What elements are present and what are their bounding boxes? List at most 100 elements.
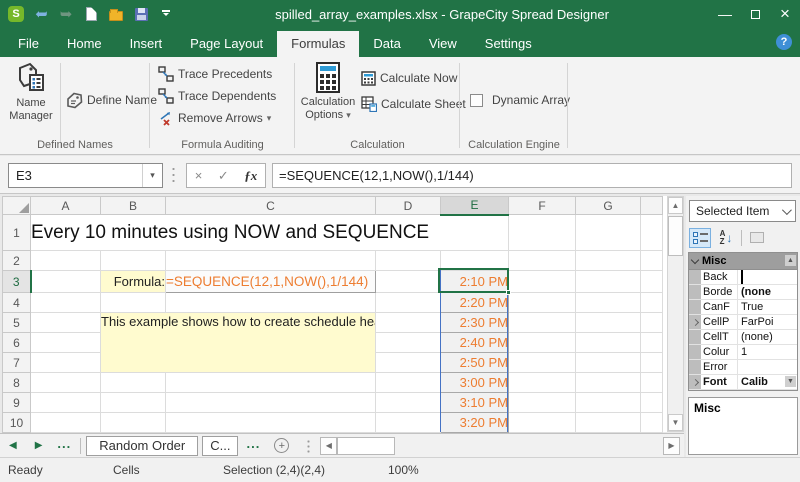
cell-time-7[interactable]: 3:10 PM xyxy=(441,393,509,413)
sheet-tab-random-order[interactable]: Random Order xyxy=(86,436,198,456)
cell[interactable] xyxy=(166,393,376,413)
cell-formula-text[interactable]: =SEQUENCE(12,1,NOW(),1/144) xyxy=(166,271,376,293)
cell[interactable] xyxy=(509,333,576,353)
cell[interactable] xyxy=(166,251,376,271)
cell[interactable] xyxy=(376,393,441,413)
cell[interactable] xyxy=(576,333,641,353)
cell-time-6[interactable]: 3:00 PM xyxy=(441,373,509,393)
row-header-10[interactable]: 10 xyxy=(3,413,31,433)
cell[interactable] xyxy=(31,373,101,393)
cell[interactable] xyxy=(509,293,576,313)
cell[interactable] xyxy=(31,393,101,413)
property-row-font[interactable]: Font Calib ▼ xyxy=(689,375,797,390)
tab-page-layout[interactable]: Page Layout xyxy=(176,31,277,57)
alphabetical-sort-button[interactable]: AZ ↓ xyxy=(715,228,737,248)
cell[interactable] xyxy=(31,353,101,373)
cell[interactable] xyxy=(509,353,576,373)
scroll-right-button[interactable]: ▶ xyxy=(663,437,680,455)
col-header-a[interactable]: A xyxy=(31,197,101,215)
sheetbar-grip[interactable] xyxy=(307,439,310,453)
trace-precedents-button[interactable]: Trace Precedents xyxy=(158,63,276,85)
row-header-7[interactable]: 7 xyxy=(3,353,31,373)
row-header-1[interactable]: 1 xyxy=(3,215,31,251)
cell[interactable] xyxy=(166,373,376,393)
cell[interactable] xyxy=(376,293,441,313)
cell[interactable] xyxy=(376,251,441,271)
cell[interactable] xyxy=(376,413,441,433)
redo-button[interactable]: ➥ xyxy=(58,6,74,22)
sheet-tab-next[interactable]: C... xyxy=(202,436,238,456)
tab-home[interactable]: Home xyxy=(53,31,116,57)
horizontal-scroll-thumb[interactable] xyxy=(337,437,395,455)
formula-input[interactable]: =SEQUENCE(12,1,NOW(),1/144) xyxy=(272,163,792,188)
cell[interactable] xyxy=(376,373,441,393)
cell[interactable] xyxy=(441,251,509,271)
open-file-button[interactable] xyxy=(108,6,124,22)
cell[interactable] xyxy=(509,313,576,333)
selected-item-dropdown[interactable]: Selected Item xyxy=(689,200,796,222)
select-all-corner[interactable] xyxy=(3,197,31,215)
scroll-up-button[interactable]: ▲ xyxy=(668,197,683,214)
cell[interactable] xyxy=(641,251,663,271)
cell[interactable] xyxy=(576,271,641,293)
scroll-down-button[interactable]: ▼ xyxy=(668,414,683,431)
next-sheet-button[interactable]: ▶ xyxy=(26,440,52,451)
cell[interactable] xyxy=(376,353,441,373)
cell[interactable] xyxy=(641,373,663,393)
cell[interactable] xyxy=(641,393,663,413)
minimize-button[interactable]: — xyxy=(710,0,740,28)
col-header-c[interactable]: C xyxy=(166,197,376,215)
insert-function-button[interactable]: ƒx xyxy=(244,168,257,184)
sheet-overflow-left[interactable]: ... xyxy=(51,436,77,455)
expand-icon[interactable] xyxy=(691,318,698,325)
cell[interactable] xyxy=(641,313,663,333)
tab-formulas[interactable]: Formulas xyxy=(277,31,359,57)
property-row-canf[interactable]: CanF True xyxy=(689,300,797,315)
cell[interactable] xyxy=(576,313,641,333)
row-header-2[interactable]: 2 xyxy=(3,251,31,271)
cell[interactable] xyxy=(576,293,641,313)
row-header-4[interactable]: 4 xyxy=(3,293,31,313)
property-row-cellt[interactable]: CellT (none) xyxy=(689,330,797,345)
category-row-misc[interactable]: Misc ▲ xyxy=(689,253,797,270)
cell[interactable] xyxy=(31,293,101,313)
help-button[interactable]: ? xyxy=(776,34,792,50)
cell[interactable] xyxy=(641,271,663,293)
cell-time-2[interactable]: 2:20 PM xyxy=(441,293,509,313)
col-header-partial[interactable] xyxy=(641,197,663,215)
col-header-g[interactable]: G xyxy=(576,197,641,215)
cell-formula-label[interactable]: Formula: xyxy=(101,271,166,293)
categorized-view-button[interactable] xyxy=(689,228,711,248)
close-button[interactable]: × xyxy=(770,0,800,28)
cell[interactable] xyxy=(376,313,441,333)
name-box-dropdown[interactable]: ▾ xyxy=(142,164,162,187)
tab-view[interactable]: View xyxy=(415,31,471,57)
cell[interactable] xyxy=(576,353,641,373)
cell[interactable] xyxy=(576,251,641,271)
cell[interactable] xyxy=(31,333,101,353)
cell[interactable] xyxy=(641,353,663,373)
formula-bar-grip[interactable] xyxy=(172,166,175,184)
cell[interactable] xyxy=(509,393,576,413)
cell-time-1-selected[interactable]: 2:10 PM xyxy=(441,271,509,293)
row-header-8[interactable]: 8 xyxy=(3,373,31,393)
vertical-scroll-thumb[interactable] xyxy=(668,216,683,256)
row-header-5[interactable]: 5 xyxy=(3,313,31,333)
tab-settings[interactable]: Settings xyxy=(471,31,546,57)
prev-sheet-button[interactable]: ◀ xyxy=(0,440,26,451)
cell[interactable] xyxy=(101,293,166,313)
cell[interactable] xyxy=(641,215,663,251)
undo-button[interactable]: ➥ xyxy=(33,6,49,22)
col-header-d[interactable]: D xyxy=(376,197,441,215)
add-sheet-button[interactable]: + xyxy=(274,438,289,453)
propgrid-scroll-up[interactable]: ▲ xyxy=(785,255,796,266)
propgrid-scroll-down[interactable]: ▼ xyxy=(785,376,796,387)
cell-title[interactable]: Every 10 minutes using NOW and SEQUENCE xyxy=(31,215,509,251)
cell[interactable] xyxy=(376,271,441,293)
color-swatch[interactable] xyxy=(741,270,743,284)
cell[interactable] xyxy=(31,313,101,333)
cell[interactable] xyxy=(509,251,576,271)
row-header-6[interactable]: 6 xyxy=(3,333,31,353)
tab-insert[interactable]: Insert xyxy=(116,31,177,57)
cell[interactable] xyxy=(166,413,376,433)
